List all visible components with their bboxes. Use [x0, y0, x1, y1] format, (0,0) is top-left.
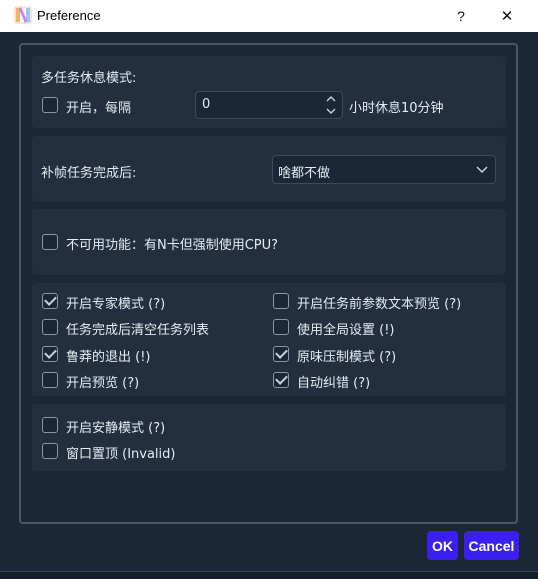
- frame-task-label: 补帧任务完成后:: [41, 166, 137, 181]
- rest-interval-suffix: 小时休息10分钟: [349, 101, 444, 116]
- raw-compress-label: 原味压制模式 (?): [297, 350, 397, 365]
- spin-up-icon[interactable]: [325, 93, 337, 105]
- chevron-down-icon: [476, 166, 488, 174]
- enable-preview-checkbox[interactable]: [42, 372, 58, 388]
- rest-interval-value: 0: [202, 97, 211, 112]
- global-settings-label: 使用全局设置 (!): [297, 323, 395, 338]
- auto-correct-label: 自动纠错 (?): [297, 376, 371, 391]
- expert-mode-label: 开启专家模式 (?): [66, 297, 166, 312]
- quiet-mode-checkbox[interactable]: [42, 417, 58, 433]
- frame-task-selected: 啥都不做: [278, 166, 331, 181]
- rest-mode-enable-label: 开启，每隔: [66, 101, 132, 116]
- global-settings-checkbox[interactable]: [273, 319, 289, 335]
- auto-correct-checkbox[interactable]: [273, 372, 289, 388]
- clear-list-label: 任务完成后清空任务列表: [66, 323, 210, 338]
- expert-mode-checkbox[interactable]: [42, 293, 58, 309]
- help-button[interactable]: ?: [438, 0, 484, 32]
- bottom-edge: [0, 571, 538, 579]
- param-preview-label: 开启任务前参数文本预览 (?): [297, 297, 462, 312]
- frame-task-select[interactable]: 啥都不做: [272, 155, 496, 184]
- force-cpu-label: 不可用功能：有N卡但强制使用CPU?: [66, 238, 279, 253]
- rest-mode-checkbox[interactable]: [42, 97, 58, 113]
- reckless-exit-label: 鲁莽的退出 (!): [66, 350, 151, 365]
- spin-down-icon[interactable]: [325, 105, 337, 117]
- reckless-exit-checkbox[interactable]: [42, 346, 58, 362]
- rest-mode-heading: 多任务休息模式:: [41, 71, 137, 86]
- clear-list-checkbox[interactable]: [42, 319, 58, 335]
- title-bar: Preference ? ✕: [0, 0, 538, 32]
- close-button[interactable]: ✕: [484, 0, 530, 32]
- param-preview-checkbox[interactable]: [273, 293, 289, 309]
- quiet-mode-label: 开启安静模式 (?): [66, 421, 166, 436]
- raw-compress-checkbox[interactable]: [273, 346, 289, 362]
- always-on-top-checkbox[interactable]: [42, 443, 58, 459]
- cancel-button[interactable]: Cancel: [464, 531, 519, 560]
- rest-interval-spinbox[interactable]: 0: [195, 91, 343, 119]
- always-on-top-label: 窗口置顶 (Invalid): [66, 447, 176, 462]
- window-title: Preference: [37, 8, 101, 23]
- app-logo-icon: [14, 6, 32, 24]
- enable-preview-label: 开启预览 (?): [66, 376, 140, 391]
- bottom-divider: [0, 571, 538, 572]
- force-cpu-checkbox[interactable]: [42, 234, 58, 250]
- ok-button[interactable]: OK: [427, 531, 458, 560]
